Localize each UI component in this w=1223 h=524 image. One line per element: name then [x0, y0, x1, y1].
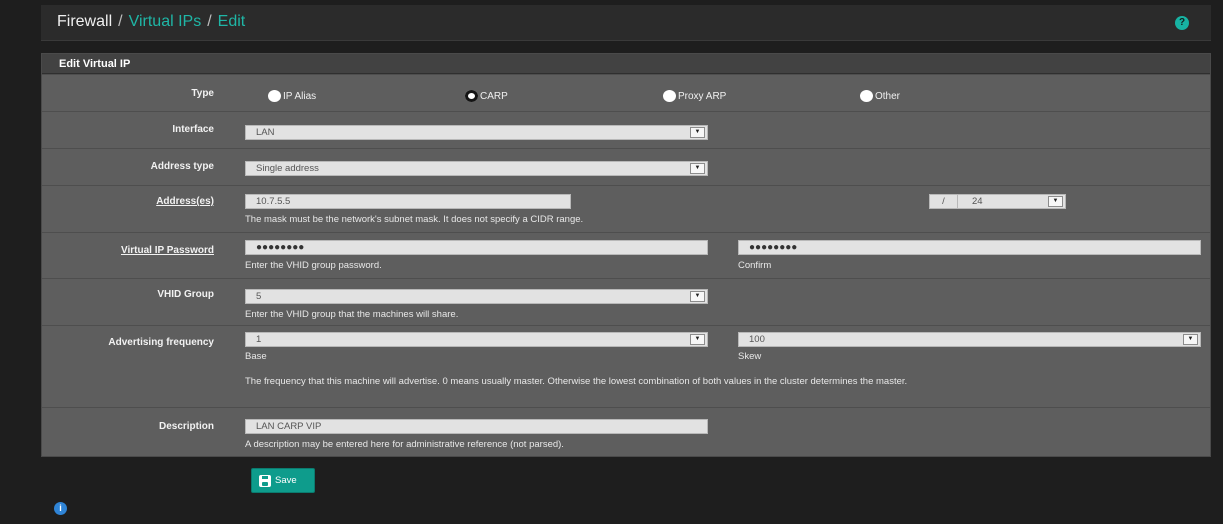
radio-ip-alias-circle[interactable] — [268, 90, 281, 102]
save-button-label: Save — [275, 475, 297, 486]
advertising-help-text: The frequency that this machine will adv… — [245, 376, 908, 387]
type-row: Type IP Alias CARP Proxy ARP Other — [42, 74, 1210, 111]
password-help-text: Enter the VHID group password. — [245, 260, 382, 271]
interface-label: Interface — [172, 124, 214, 135]
advertising-base-value: 1 — [256, 334, 262, 345]
vhid-group-select[interactable]: 5 ▼ — [245, 289, 708, 304]
radio-carp-label: CARP — [480, 90, 508, 102]
chevron-down-icon[interactable]: ▼ — [1183, 334, 1198, 345]
edit-virtual-ip-panel: Edit Virtual IP Type IP Alias CARP Proxy… — [41, 53, 1211, 457]
address-type-select-value: Single address — [256, 163, 319, 174]
password-input[interactable]: ●●●●●●●● — [245, 240, 708, 255]
password-row: Virtual IP Password ●●●●●●●● Enter the V… — [42, 232, 1210, 278]
description-input[interactable]: LAN CARP VIP — [245, 419, 708, 434]
chevron-down-icon[interactable]: ▼ — [1048, 196, 1063, 207]
help-circle-icon[interactable]: ? — [1175, 16, 1189, 30]
chevron-down-icon[interactable]: ▼ — [690, 291, 705, 302]
page-header: Firewall / Virtual IPs / Edit ? — [41, 5, 1211, 41]
radio-other-label: Other — [875, 90, 901, 102]
radio-carp[interactable]: CARP — [465, 90, 508, 102]
advertising-base-help: Base — [245, 351, 267, 362]
address-type-row: Address type Single address ▼ — [42, 148, 1210, 185]
vhid-help-text: Enter the VHID group that the machines w… — [245, 309, 459, 320]
chevron-down-icon[interactable]: ▼ — [690, 127, 705, 138]
address-type-label: Address type — [150, 161, 214, 172]
radio-proxy-arp-label: Proxy ARP — [678, 90, 727, 102]
chevron-down-icon[interactable]: ▼ — [690, 163, 705, 174]
type-label: Type — [191, 88, 214, 99]
addresses-label: Address(es) — [156, 196, 214, 207]
radio-proxy-arp-circle[interactable] — [663, 90, 676, 102]
radio-proxy-arp[interactable]: Proxy ARP — [663, 90, 726, 102]
panel-title: Edit Virtual IP — [42, 54, 1210, 74]
radio-other-circle[interactable] — [860, 90, 873, 102]
interface-row: Interface LAN ▼ — [42, 111, 1210, 148]
address-help-text: The mask must be the network's subnet ma… — [245, 214, 584, 225]
address-input[interactable]: 10.7.5.5 — [245, 194, 571, 209]
advertising-skew-value: 100 — [749, 334, 765, 345]
advertising-frequency-label: Advertising frequency — [108, 337, 214, 348]
breadcrumb-virtual-ips[interactable]: Virtual IPs — [129, 13, 202, 30]
mask-prefix: / — [930, 195, 958, 208]
subnet-mask-select[interactable]: / 24 ▼ — [929, 194, 1066, 209]
subnet-mask-value: 24 — [972, 196, 983, 207]
vhid-group-label: VHID Group — [157, 289, 214, 300]
breadcrumb-firewall: Firewall — [57, 13, 113, 30]
radio-other[interactable]: Other — [860, 90, 900, 102]
radio-carp-circle[interactable] — [465, 90, 478, 102]
description-label: Description — [158, 421, 214, 432]
vhid-row: VHID Group 5 ▼ Enter the VHID group that… — [42, 278, 1210, 325]
description-help-text: A description may be entered here for ad… — [245, 439, 564, 450]
address-type-select[interactable]: Single address ▼ — [245, 161, 708, 176]
info-circle-icon[interactable]: i — [54, 502, 67, 515]
interface-select-value: LAN — [256, 127, 275, 138]
breadcrumb-edit[interactable]: Edit — [218, 13, 246, 30]
interface-select[interactable]: LAN ▼ — [245, 125, 708, 140]
vhid-group-value: 5 — [256, 291, 262, 302]
password-confirm-input[interactable]: ●●●●●●●● — [738, 240, 1201, 255]
breadcrumb-separator: / — [118, 13, 123, 30]
floppy-disk-icon — [259, 474, 271, 487]
chevron-down-icon[interactable]: ▼ — [690, 334, 705, 345]
advertising-base-select[interactable]: 1 ▼ — [245, 332, 708, 347]
addresses-row: Address(es) 10.7.5.5 The mask must be th… — [42, 185, 1210, 232]
advertising-skew-select[interactable]: 100 ▼ — [738, 332, 1201, 347]
description-row: Description LAN CARP VIP A description m… — [42, 407, 1210, 457]
save-button[interactable]: Save — [251, 468, 315, 493]
virtual-ip-password-label: Virtual IP Password — [120, 245, 214, 256]
radio-ip-alias[interactable]: IP Alias — [268, 90, 316, 102]
radio-ip-alias-label: IP Alias — [283, 90, 317, 102]
breadcrumb: Firewall / Virtual IPs / Edit — [57, 13, 245, 31]
advertising-frequency-row: Advertising frequency 1 ▼ Base 100 ▼ Ske… — [42, 325, 1210, 407]
breadcrumb-separator: / — [207, 13, 212, 30]
password-confirm-help: Confirm — [738, 260, 772, 271]
advertising-skew-help: Skew — [738, 351, 762, 362]
